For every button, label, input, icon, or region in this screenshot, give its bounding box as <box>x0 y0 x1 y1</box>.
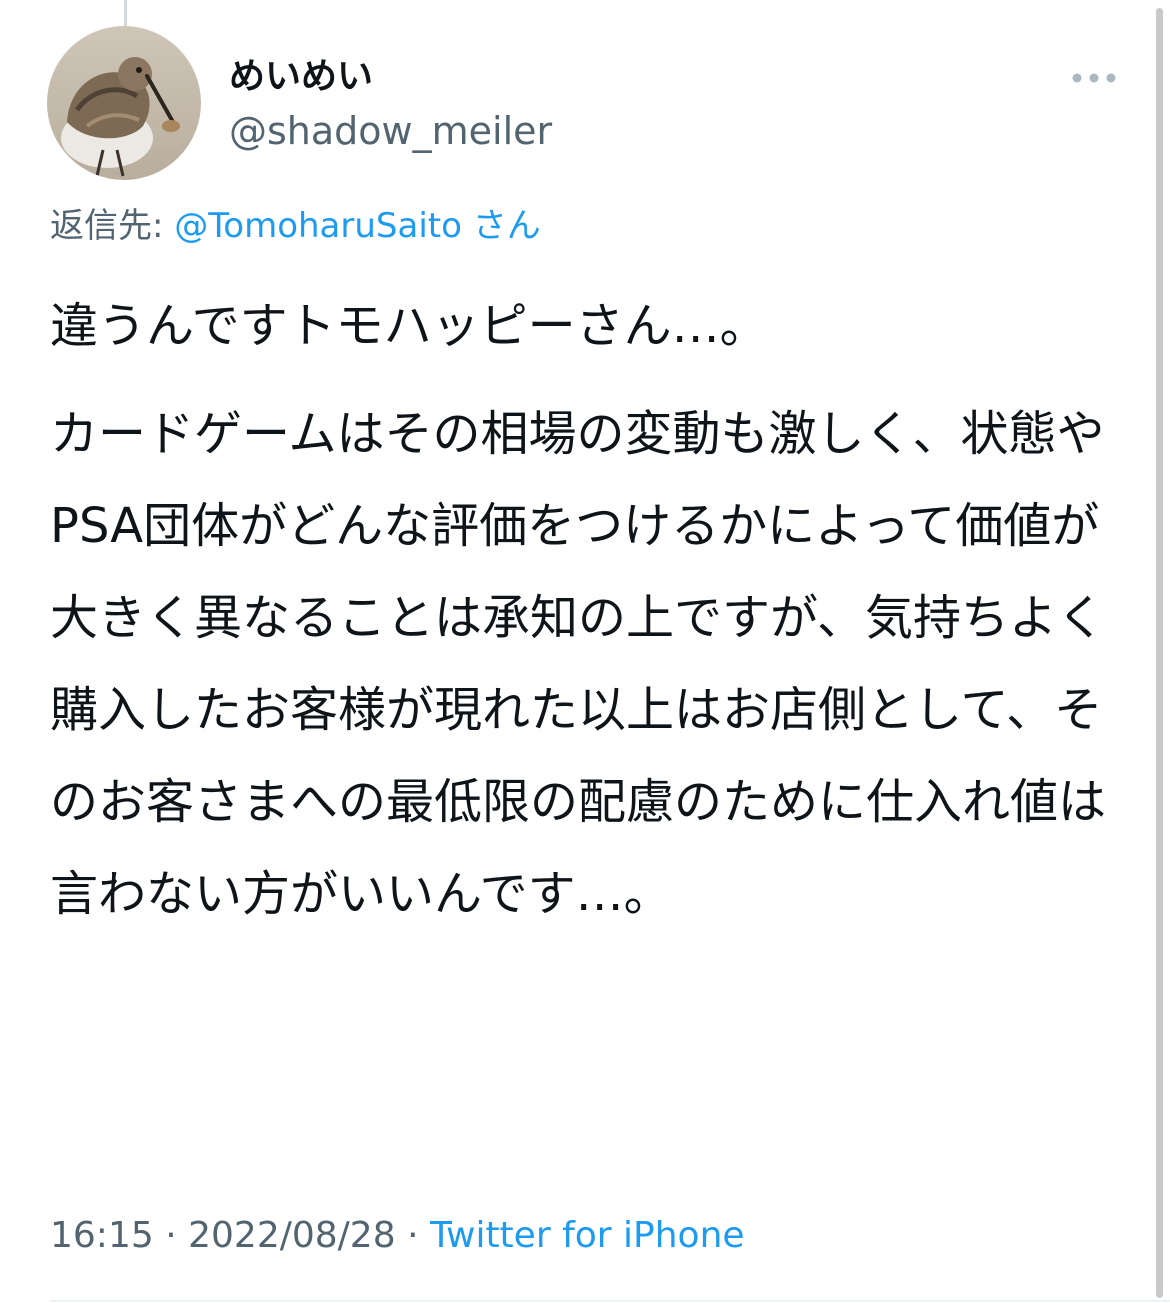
bird-avatar-icon <box>47 26 201 180</box>
thread-connector-line <box>124 0 127 26</box>
reply-to-mention-link[interactable]: @TomoharuSaito さん <box>174 206 540 246</box>
tweet-date[interactable]: 2022/08/28 <box>188 1215 396 1256</box>
avatar[interactable] <box>47 26 201 180</box>
author-handle[interactable]: @shadow_meiler <box>229 106 552 156</box>
reply-to-mention: @TomoharuSaito <box>174 206 462 246</box>
meta-separator: · <box>407 1215 419 1256</box>
reply-to-prefix: 返信先: <box>50 206 164 246</box>
tweet-paragraph: 違うんですトモハッピーさん…。 <box>50 298 768 354</box>
scrollbar[interactable] <box>1156 8 1163 1298</box>
tweet-time[interactable]: 16:15 <box>50 1215 154 1256</box>
meta-separator: · <box>165 1215 177 1256</box>
author-display-name[interactable]: めいめい <box>229 54 373 100</box>
reply-to-line: 返信先: @TomoharuSaito さん <box>50 200 541 252</box>
tweet-body: 違うんですトモハッピーさん…。 カードゲームはその相場の変動も激しく、状態やPS… <box>50 280 1130 940</box>
more-dots-icon <box>1072 73 1116 83</box>
tweet-source-link[interactable]: Twitter for iPhone <box>430 1215 745 1256</box>
divider <box>50 1300 1170 1302</box>
more-options-button[interactable] <box>1064 58 1124 98</box>
reply-to-suffix: さん <box>472 206 541 246</box>
tweet-metadata: 16:15 · 2022/08/28 · Twitter for iPhone <box>50 1208 745 1264</box>
tweet-paragraph: カードゲームはその相場の変動も激しく、状態やPSA団体がどんな評価をつけるかによ… <box>50 406 1107 922</box>
